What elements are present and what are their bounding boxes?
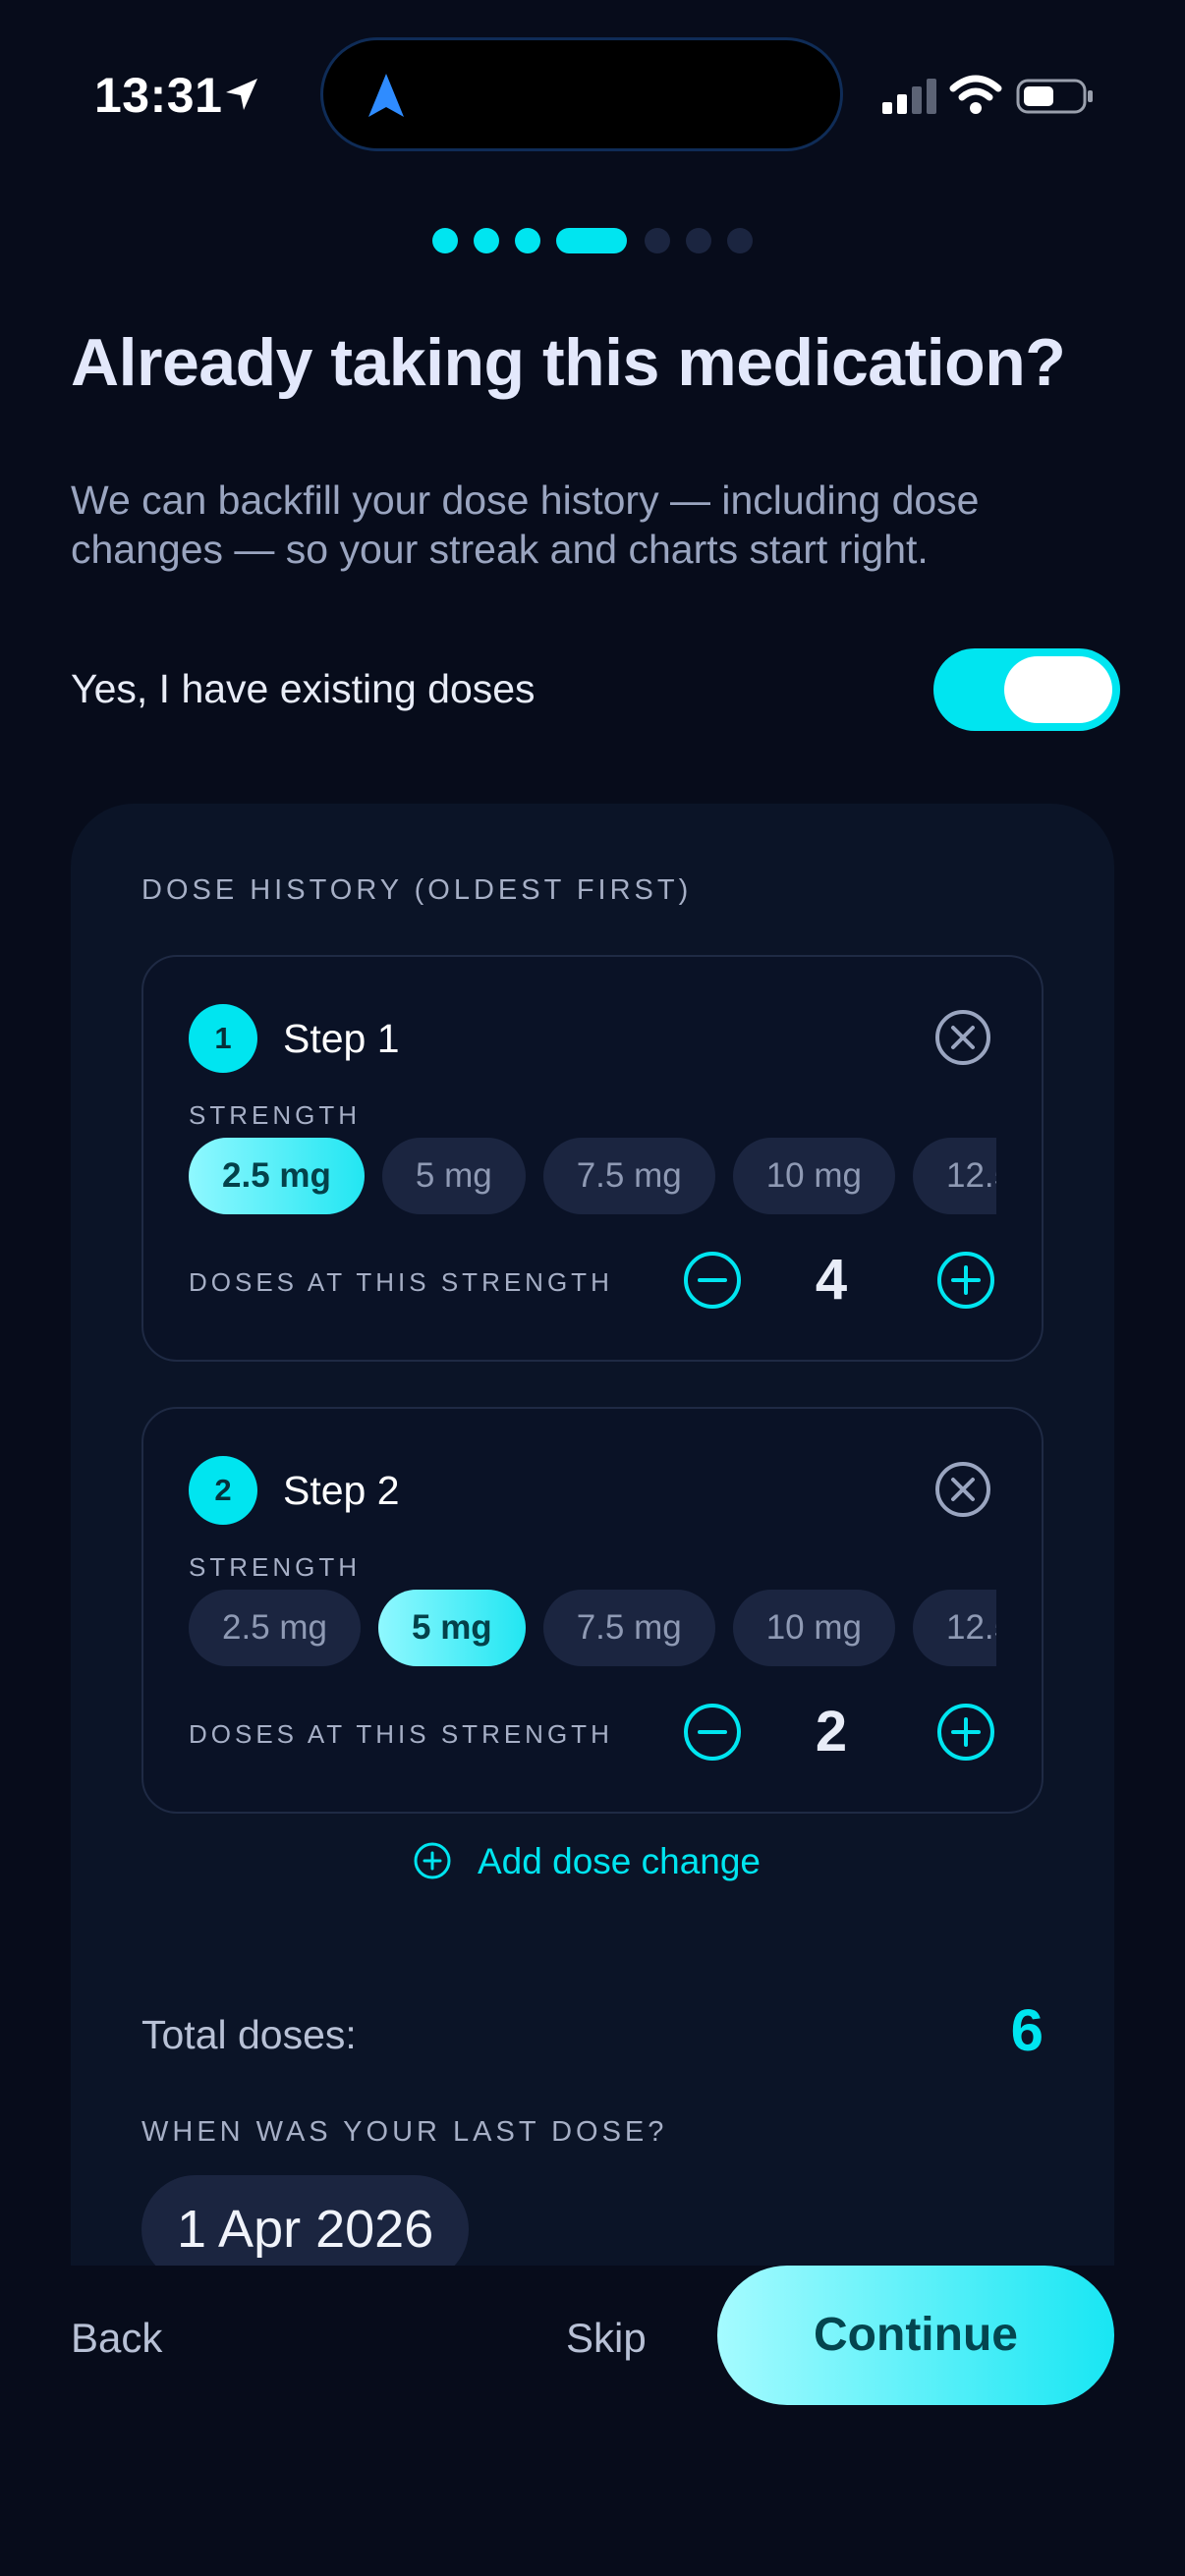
progress-dot bbox=[515, 228, 540, 253]
strength-options: 2.5 mg5 mg7.5 mg10 mg12.5 mg bbox=[189, 1590, 996, 1668]
toggle-knob bbox=[1004, 656, 1112, 723]
doses-at-strength-label: DOSES AT THIS STRENGTH bbox=[189, 1267, 613, 1297]
strength-chip[interactable]: 7.5 mg bbox=[542, 1590, 715, 1666]
remove-step-icon[interactable] bbox=[933, 1460, 992, 1519]
location-arrow-icon bbox=[226, 79, 257, 110]
strength-chip[interactable]: 12.5 mg bbox=[912, 1138, 996, 1214]
step-number-badge: 2 bbox=[189, 1456, 257, 1525]
strength-chip[interactable]: 10 mg bbox=[732, 1590, 895, 1666]
dose-count: 4 bbox=[815, 1248, 848, 1312]
wifi-icon bbox=[949, 75, 1002, 114]
progress-dot bbox=[686, 228, 711, 253]
strength-chip[interactable]: 2.5 mg bbox=[189, 1138, 365, 1214]
strength-chip[interactable]: 2.5 mg bbox=[189, 1590, 361, 1666]
step-title: Step 2 bbox=[283, 1468, 400, 1513]
dose-count: 2 bbox=[815, 1700, 848, 1764]
cellular-signal-icon bbox=[882, 79, 936, 114]
total-doses-value: 6 bbox=[1010, 1997, 1044, 2063]
strength-chip[interactable]: 7.5 mg bbox=[542, 1138, 715, 1214]
strength-label: STRENGTH bbox=[189, 1552, 361, 1582]
existing-doses-row: Yes, I have existing doses bbox=[71, 648, 1120, 731]
dose-history-panel: DOSE HISTORY (OLDEST FIRST) 1 Step 1 STR… bbox=[71, 804, 1114, 2283]
skip-button[interactable]: Skip bbox=[566, 2315, 647, 2362]
footer-nav: Back Skip Continue bbox=[0, 2266, 1185, 2576]
increment-doses-icon[interactable] bbox=[935, 1250, 996, 1311]
dose-step-card: 1 Step 1 STRENGTH 2.5 mg 5 mg 7.5 mg 10 mg 1… bbox=[141, 955, 1044, 1362]
strength-chip[interactable]: 5 mg bbox=[381, 1138, 526, 1214]
continue-button[interactable]: Continue bbox=[717, 2266, 1114, 2405]
progress-current bbox=[556, 228, 627, 253]
progress-dot bbox=[727, 228, 753, 253]
dose-step-card: 2 Step 2 STRENGTH 2.5 mg 5 mg 7.5 mg 10 mg 1… bbox=[141, 1407, 1044, 1814]
status-bar: 13:31 bbox=[0, 0, 1185, 187]
increment-doses-icon[interactable] bbox=[935, 1702, 996, 1763]
decrement-doses-icon[interactable] bbox=[682, 1250, 743, 1311]
progress-dot bbox=[432, 228, 458, 253]
total-doses-label: Total doses: bbox=[141, 2012, 357, 2057]
last-dose-label: WHEN WAS YOUR LAST DOSE? bbox=[141, 2116, 668, 2148]
strength-chip[interactable]: 12.5 mg bbox=[912, 1590, 996, 1666]
back-button[interactable]: Back bbox=[71, 2315, 162, 2362]
remove-step-icon[interactable] bbox=[933, 1008, 992, 1067]
existing-doses-label: Yes, I have existing doses bbox=[71, 666, 536, 711]
strength-chip[interactable]: 5 mg bbox=[378, 1590, 526, 1666]
strength-label: STRENGTH bbox=[189, 1100, 361, 1130]
plus-circle-icon bbox=[414, 1842, 451, 1879]
dose-history-heading: DOSE HISTORY (OLDEST FIRST) bbox=[141, 874, 693, 906]
progress-dot bbox=[474, 228, 499, 253]
add-dose-change-label: Add dose change bbox=[478, 1841, 762, 1881]
strength-chip[interactable]: 10 mg bbox=[732, 1138, 895, 1214]
progress-dot bbox=[645, 228, 670, 253]
page-title: Already taking this medication? bbox=[71, 325, 1066, 400]
battery-icon bbox=[1016, 79, 1093, 114]
strength-options: 2.5 mg5 mg7.5 mg10 mg12.5 mg bbox=[189, 1138, 996, 1216]
existing-doses-toggle[interactable] bbox=[933, 648, 1120, 731]
page-subtitle: We can backfill your dose history — incl… bbox=[71, 477, 980, 572]
onboarding-progress bbox=[0, 228, 1185, 255]
status-time: 13:31 bbox=[94, 68, 223, 123]
step-title: Step 1 bbox=[283, 1016, 400, 1061]
doses-at-strength-label: DOSES AT THIS STRENGTH bbox=[189, 1719, 613, 1749]
step-number-badge: 1 bbox=[189, 1004, 257, 1073]
navigation-icon bbox=[368, 74, 404, 117]
dynamic-island bbox=[320, 37, 843, 151]
decrement-doses-icon[interactable] bbox=[682, 1702, 743, 1763]
